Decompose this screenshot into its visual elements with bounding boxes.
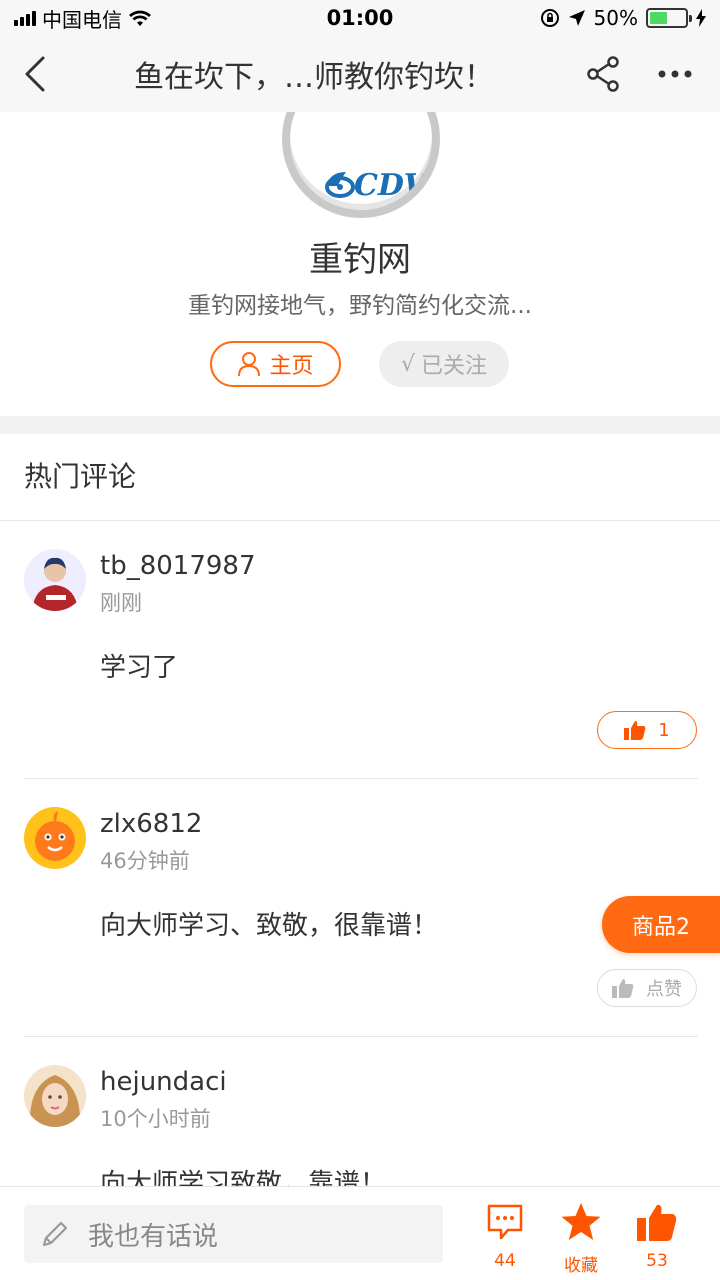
account-name: 重钓网 — [309, 240, 411, 280]
section-separator — [0, 416, 720, 434]
wifi-icon — [129, 10, 151, 26]
comment-text: 向大师学习、致敬，很靠谱！ — [100, 911, 439, 941]
fish-logo-icon: CDW — [325, 168, 432, 203]
avatar-image — [24, 807, 86, 869]
more-button[interactable] — [650, 49, 700, 99]
status-bar: 中国电信 01:00 50% — [0, 0, 720, 36]
share-button[interactable] — [578, 49, 628, 99]
nav-actions — [558, 49, 720, 99]
page-title: 鱼在坎下，…师教你钓坎！ — [134, 60, 494, 95]
nav-bar: 鱼在坎下，…师教你钓坎！ — [0, 36, 720, 112]
follow-button-label: 已关注 — [421, 354, 488, 379]
bottom-bar: 我也有话说 44 收藏 53 — [0, 1186, 720, 1280]
like-button[interactable]: 1 — [597, 711, 697, 749]
location-icon — [568, 10, 585, 26]
status-right: 50% — [446, 6, 706, 30]
comment-time: 刚刚 — [100, 591, 142, 615]
pencil-icon — [42, 1221, 68, 1247]
favorite-label: 收藏 — [564, 1256, 598, 1276]
home-button-label: 主页 — [269, 354, 314, 379]
favorite-button[interactable]: 收藏 — [551, 1201, 611, 1276]
star-icon — [561, 1203, 601, 1240]
like-count: 1 — [658, 719, 670, 741]
comment-username[interactable]: tb_8017987 — [100, 551, 256, 581]
avatar[interactable] — [24, 1065, 86, 1127]
thumbs-up-icon — [637, 1204, 677, 1241]
comment-item: hejundaci 10个小时前 向大师学习致敬，靠谱！ — [0, 1037, 720, 1186]
like-label: 点赞 — [646, 979, 682, 1000]
status-left: 中国电信 — [14, 4, 274, 33]
charging-icon — [696, 9, 706, 27]
like-article-button[interactable]: 53 — [627, 1201, 687, 1271]
comment-bubble-icon — [487, 1204, 523, 1240]
profile-header: CDW 重钓网 重钓网接地气，野钓简约化交流... 主页 √ 已关注 — [0, 112, 720, 416]
share-icon — [587, 56, 619, 92]
avatar-image — [24, 1065, 86, 1127]
account-description: 重钓网接地气，野钓简约化交流... — [188, 293, 532, 319]
orientation-lock-icon — [540, 9, 559, 27]
account-logo[interactable]: CDW — [282, 112, 440, 218]
comment-item: tb_8017987 刚刚 学习了 1 — [0, 521, 720, 779]
comments-button[interactable]: 44 — [475, 1201, 535, 1271]
svg-text:CDW: CDW — [354, 168, 432, 203]
section-title: 热门评论 — [24, 460, 137, 493]
carrier-label: 中国电信 — [42, 7, 122, 32]
comment-text: 学习了 — [100, 653, 179, 683]
comment-text: 向大师学习致敬，靠谱！ — [100, 1169, 387, 1186]
comment-time: 46分钟前 — [100, 849, 190, 873]
like-button[interactable]: 点赞 — [597, 969, 697, 1007]
comment-input-placeholder: 我也有话说 — [88, 1221, 219, 1252]
thumbs-up-icon — [612, 979, 634, 998]
check-icon: √ — [400, 351, 415, 377]
home-button[interactable]: 主页 — [210, 341, 341, 387]
signal-icon — [14, 10, 36, 26]
battery-icon — [646, 8, 692, 28]
comment-username[interactable]: hejundaci — [100, 1067, 227, 1097]
follow-button[interactable]: √ 已关注 — [379, 341, 509, 387]
avatar[interactable] — [24, 549, 86, 611]
comment-input[interactable]: 我也有话说 — [24, 1205, 443, 1263]
comment-username[interactable]: zlx6812 — [100, 809, 202, 839]
person-icon — [238, 352, 261, 377]
chevron-left-icon — [25, 56, 45, 92]
comment-count: 44 — [494, 1251, 516, 1271]
goods-button[interactable]: 商品2 — [602, 896, 720, 953]
battery-percent: 50% — [593, 6, 638, 30]
avatar-image — [24, 549, 86, 611]
avatar[interactable] — [24, 807, 86, 869]
like-count: 53 — [646, 1251, 668, 1271]
more-icon — [658, 70, 692, 78]
comment-time: 10个小时前 — [100, 1107, 211, 1131]
status-time: 01:00 — [326, 6, 394, 30]
thumbs-up-icon — [624, 721, 646, 740]
back-button[interactable] — [0, 36, 70, 112]
